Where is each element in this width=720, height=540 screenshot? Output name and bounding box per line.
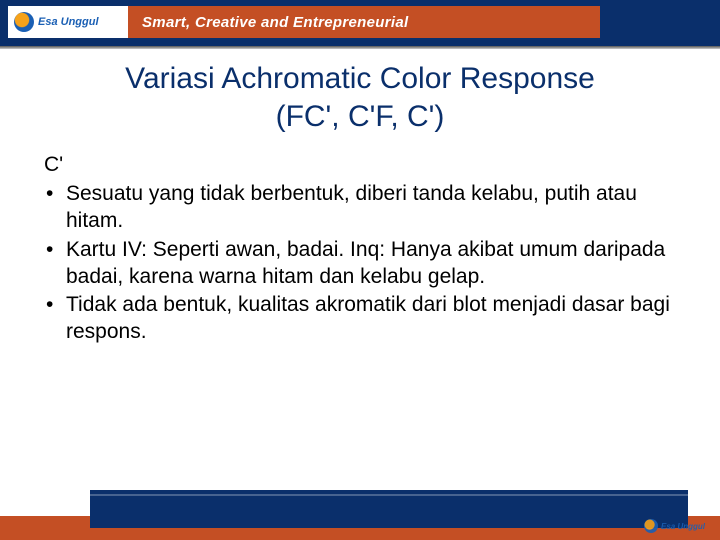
logo-swirl-icon [644, 519, 658, 533]
slide-body: C' Sesuatu yang tidak berbentuk, diberi … [44, 152, 676, 348]
bullet-text: Tidak ada bentuk, kualitas akromatik dar… [66, 293, 670, 343]
tagline: Smart, Creative and Entrepreneurial [128, 14, 408, 31]
bullet-text: Kartu IV: Seperti awan, badai. Inq: Hany… [66, 238, 665, 288]
section-label: C' [44, 152, 676, 179]
bullet-list: Sesuatu yang tidak berbentuk, diberi tan… [44, 181, 676, 346]
header-band: Esa Unggul Smart, Creative and Entrepren… [0, 0, 720, 46]
bullet-text: Sesuatu yang tidak berbentuk, diberi tan… [66, 182, 637, 232]
title-line-1: Variasi Achromatic Color Response [0, 60, 720, 98]
header-inner: Esa Unggul Smart, Creative and Entrepren… [8, 6, 600, 38]
logo-text: Esa Unggul [38, 16, 99, 28]
footer-logo-text: Esa Unggul [661, 522, 705, 531]
footer-band: Esa Unggul [0, 478, 720, 540]
list-item: Tidak ada bentuk, kualitas akromatik dar… [44, 292, 676, 346]
title-line-2: (FC', C'F, C') [0, 98, 720, 136]
logo: Esa Unggul [8, 6, 128, 38]
list-item: Kartu IV: Seperti awan, badai. Inq: Hany… [44, 237, 676, 291]
slide-title: Variasi Achromatic Color Response (FC', … [0, 60, 720, 135]
list-item: Sesuatu yang tidak berbentuk, diberi tan… [44, 181, 676, 235]
footer-navy-bar [90, 490, 688, 528]
header-underline [0, 46, 720, 49]
slide: Esa Unggul Smart, Creative and Entrepren… [0, 0, 720, 540]
footer-logo: Esa Unggul [644, 514, 714, 538]
logo-swirl-icon [14, 12, 34, 32]
